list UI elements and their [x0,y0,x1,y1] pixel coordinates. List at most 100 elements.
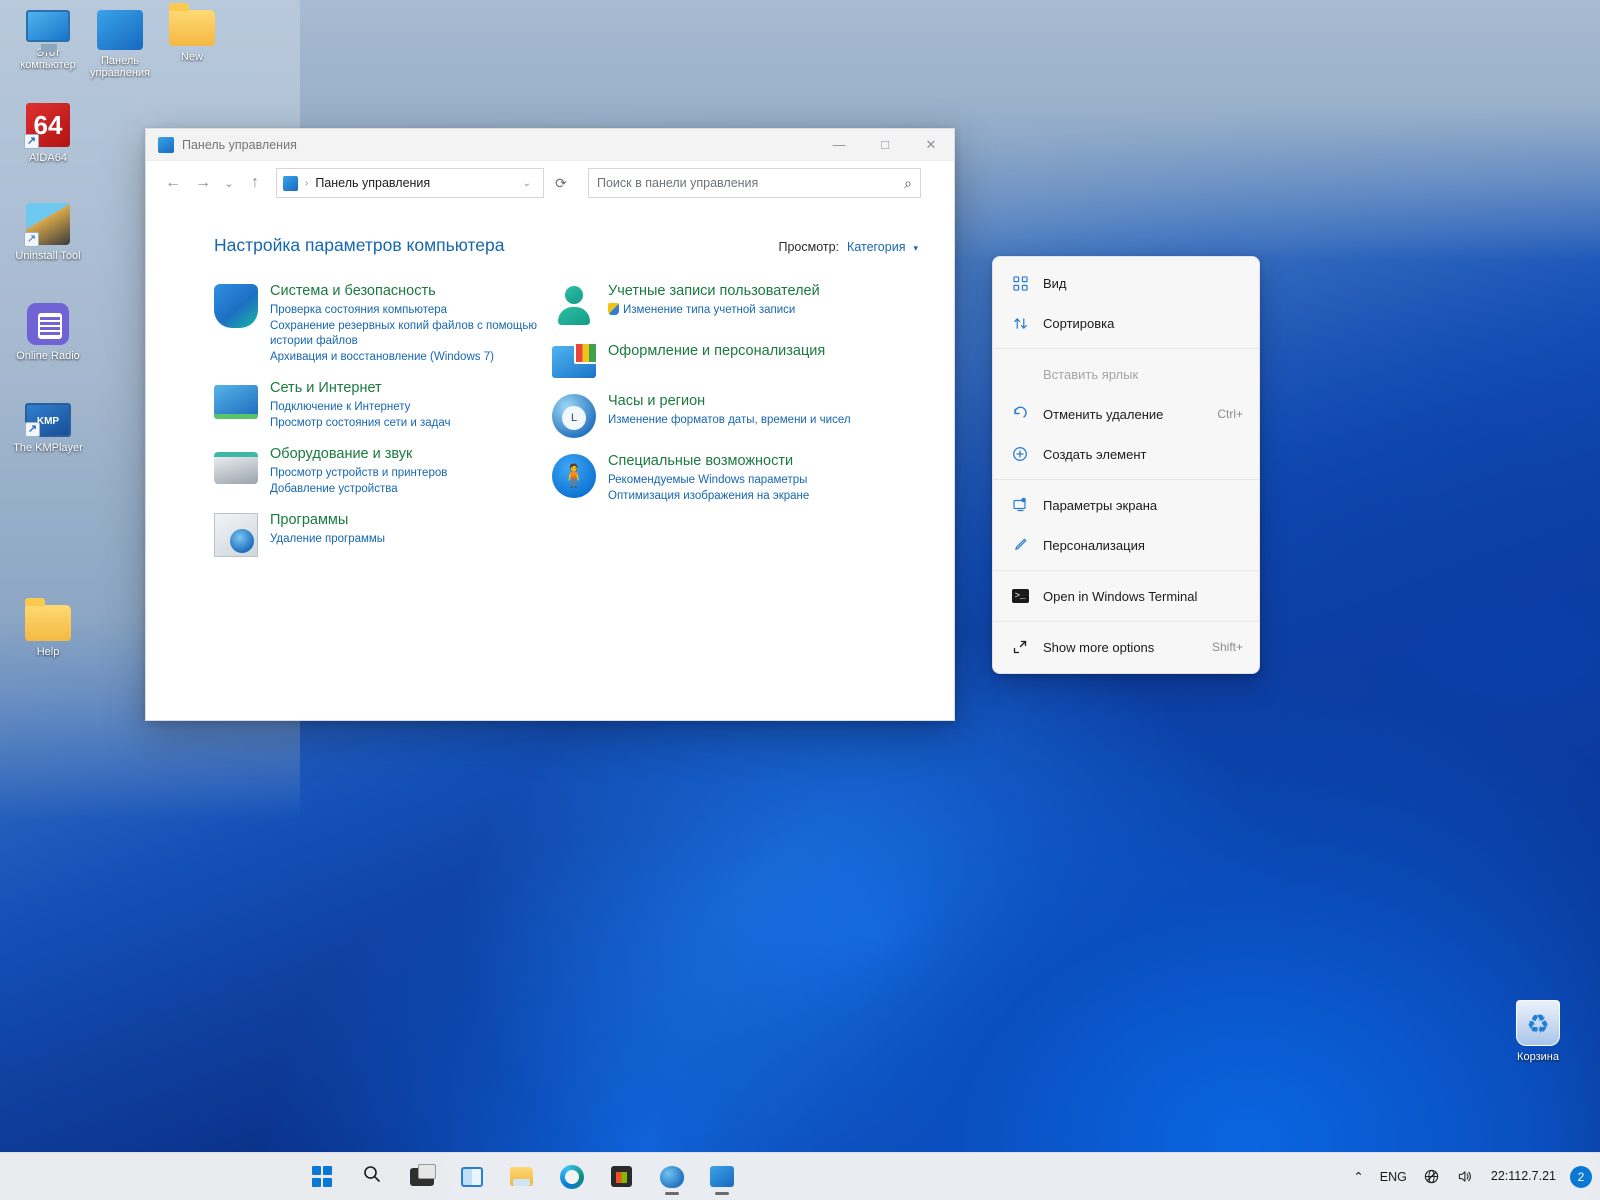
category-programs[interactable]: Программы Удаление программы [214,511,552,557]
category-link-text: Проверка состояния компьютера [270,304,448,316]
context-menu-item-show-more-options[interactable]: Show more options Shift+ [997,627,1255,667]
category-column-left: Система и безопасность Проверка состояния… [214,282,552,571]
desktop[interactable]: Этот компьютер Панель управления New 64 ↗ AID… [0,0,1600,1200]
category-link[interactable]: Удаление программы [270,532,385,548]
refresh-icon[interactable]: ⟳ [546,168,576,198]
chevron-down-icon[interactable]: ▾ [913,243,918,254]
desktop-icon-label: AIDA64 [29,152,67,164]
context-menu-item-undo-delete[interactable]: Отменить удаление Ctrl+ [997,394,1255,434]
up-button[interactable]: ↑ [240,168,270,198]
category-link[interactable]: Проверка состояния компьютера [270,303,552,319]
file-explorer-button[interactable] [502,1157,542,1197]
category-title[interactable]: Специальные возможности [608,452,809,471]
paint-button[interactable] [652,1157,692,1197]
category-link[interactable]: Подключение к Интернету [270,400,450,416]
tray-overflow-chevron-icon[interactable]: ⌃ [1345,1159,1371,1195]
sort-by-icon [1011,314,1029,332]
microsoft-edge-button[interactable] [552,1157,592,1197]
desktop-icon-recycle-bin[interactable]: Корзина [1498,1000,1578,1063]
ease-of-access-icon [552,454,596,498]
control-panel-taskbar-button[interactable] [702,1157,742,1197]
back-button[interactable]: ← [158,168,188,198]
category-title[interactable]: Программы [270,511,385,530]
desktop-icon-aida64[interactable]: 64 ↗ AIDA64 [8,103,88,164]
chevron-down-icon[interactable]: ⌄ [517,178,537,189]
category-grid: Система и безопасность Проверка состояния… [146,256,954,571]
address-bar[interactable]: › Панель управления ⌄ [276,168,544,198]
category-hardware-and-sound[interactable]: Оборудование и звук Просмотр устройств и … [214,445,552,497]
category-title[interactable]: Оформление и персонализация [608,342,825,361]
desktop-icon-the-kmplayer[interactable]: KMP ↗ The KMPlayer [8,403,88,454]
category-title[interactable]: Часы и регион [608,392,851,411]
notification-badge[interactable]: 2 [1570,1165,1592,1188]
desktop-icon-this-computer[interactable]: Этот компьютер [8,10,88,71]
category-link[interactable]: Просмотр устройств и принтеров [270,466,447,482]
category-link[interactable]: Сохранение резервных копий файлов с помо… [270,319,552,350]
aida64-icon: 64 ↗ [24,103,70,149]
category-title[interactable]: Система и безопасность [270,282,552,301]
view-by-control[interactable]: Просмотр: Категория ▾ [778,240,932,254]
volume-icon[interactable] [1448,1159,1481,1195]
category-appearance-and-personalization[interactable]: Оформление и персонализация [552,342,954,378]
category-link[interactable]: Архивация и восстановление (Windows 7) [270,350,552,366]
close-button[interactable]: ✕ [908,129,954,161]
forward-button[interactable]: → [188,168,218,198]
view-by-value[interactable]: Категория [847,240,905,254]
desktop-icon-uninstall-tool[interactable]: ↗ Uninstall Tool [8,203,88,262]
category-title[interactable]: Учетные записи пользователей [608,282,820,301]
minimize-button[interactable]: — [816,129,862,161]
maximize-button[interactable]: □ [862,129,908,161]
language-indicator[interactable]: ENG [1372,1159,1415,1195]
category-user-accounts[interactable]: Учетные записи пользователей Изменение ти… [552,282,954,328]
desktop-icon-online-radio[interactable]: Online Radio [8,303,88,362]
clock[interactable]: 22:11 2.7.21 [1481,1159,1566,1195]
microsoft-store-button[interactable] [602,1157,642,1197]
recent-locations-button[interactable]: ⌄ [218,168,240,198]
desktop-context-menu[interactable]: Вид Сортировка Вставить ярлык Отменить удал… [992,256,1260,674]
breadcrumb-current[interactable]: Панель управления [315,176,516,190]
category-link[interactable]: Рекомендуемые Windows параметры [608,473,809,489]
context-menu-item-new-item[interactable]: Создать элемент [997,434,1255,474]
context-menu-item-view[interactable]: Вид [997,263,1255,303]
start-button[interactable] [302,1157,342,1197]
category-clock-and-region[interactable]: Часы и регион Изменение форматов даты, вр… [552,392,954,438]
category-link[interactable]: Изменение форматов даты, времени и чисел [608,413,851,429]
category-link[interactable]: Добавление устройства [270,482,447,498]
category-link[interactable]: Изменение типа учетной записи [608,303,820,319]
desktop-icon-new-folder[interactable]: New [152,3,232,63]
search-icon[interactable]: ⌕ [904,175,912,192]
category-title[interactable]: Сеть и Интернет [270,379,450,398]
category-link[interactable]: Просмотр состояния сети и задач [270,416,450,432]
context-menu-item-personalize[interactable]: Персонализация [997,525,1255,565]
category-ease-of-access[interactable]: Специальные возможности Рекомендуемые Win… [552,452,954,504]
taskbar[interactable]: ⌃ ENG 22:11 2.7.21 2 [0,1152,1600,1200]
the-kmplayer-icon: KMP ↗ [25,403,71,437]
control-panel-window[interactable]: Панель управления — □ ✕ ← → ⌄ ↑ › Панель… [145,128,955,721]
task-view-button[interactable] [402,1157,442,1197]
windows-logo-icon [311,1166,333,1187]
page-title: Настройка параметров компьютера [214,235,505,255]
category-title[interactable]: Оборудование и звук [270,445,447,464]
category-system-and-security[interactable]: Система и безопасность Проверка состояния… [214,282,552,365]
search-input[interactable] [597,176,905,190]
task-view-icon [409,1163,436,1186]
network-icon[interactable] [1415,1159,1448,1195]
desktop-icon-label: Панель управления [90,55,150,79]
this-computer-icon [26,10,70,52]
search-button[interactable] [352,1157,392,1197]
context-menu-item-display-settings[interactable]: Параметры экрана [997,485,1255,525]
category-network-and-internet[interactable]: Сеть и Интернет Подключение к Интернету Пр… [214,379,552,431]
search-box[interactable]: ⌕ [588,168,921,198]
window-title-bar[interactable]: Панель управления — □ ✕ [146,129,954,161]
context-menu-item-open-in-windows-terminal[interactable]: >_ Open in Windows Terminal [997,576,1255,616]
widgets-button[interactable] [452,1157,492,1197]
category-link[interactable]: Оптимизация изображения на экране [608,489,809,505]
uninstall-tool-icon: ↗ [24,203,70,247]
desktop-icon-control-panel-shortcut[interactable]: Панель управления [80,10,160,79]
desktop-icon-label: Uninstall Tool [15,250,81,262]
context-menu-item-sort-by[interactable]: Сортировка [997,303,1255,343]
category-link-text: Оптимизация изображения на экране [608,489,810,502]
context-menu-item-label: Show more options [1043,639,1155,655]
desktop-icon-help-folder[interactable]: Help [8,598,88,658]
category-column-right: Учетные записи пользователей Изменение ти… [552,282,954,571]
